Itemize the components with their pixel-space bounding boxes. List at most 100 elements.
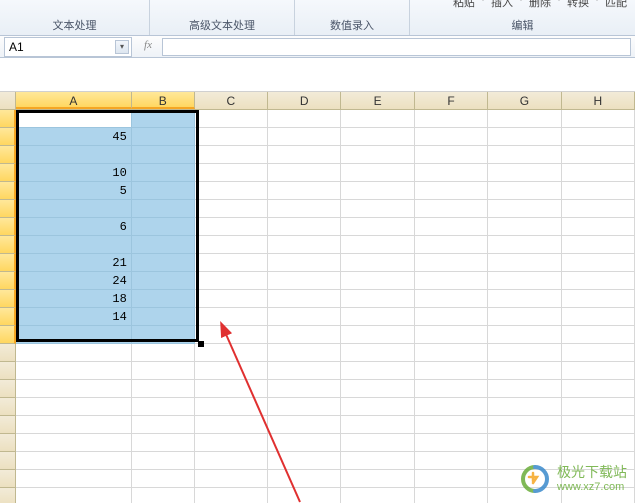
cell[interactable]: [132, 326, 195, 344]
cell[interactable]: [562, 398, 635, 416]
cell[interactable]: [415, 128, 488, 146]
cell[interactable]: [488, 308, 561, 326]
cell[interactable]: [132, 200, 195, 218]
cell[interactable]: [132, 110, 195, 128]
cell[interactable]: [195, 218, 268, 236]
cell[interactable]: [341, 182, 414, 200]
cell[interactable]: [415, 236, 488, 254]
column-header-g[interactable]: G: [488, 92, 561, 109]
cell[interactable]: [488, 254, 561, 272]
row-header[interactable]: [0, 398, 16, 416]
cell[interactable]: [341, 398, 414, 416]
row-header[interactable]: [0, 488, 16, 503]
cell[interactable]: [415, 398, 488, 416]
cell[interactable]: [132, 398, 195, 416]
cell[interactable]: [415, 290, 488, 308]
cell[interactable]: [415, 110, 488, 128]
cell[interactable]: [341, 254, 414, 272]
cell[interactable]: [341, 488, 414, 503]
column-header-e[interactable]: E: [341, 92, 414, 109]
cell[interactable]: [195, 164, 268, 182]
cell[interactable]: [268, 200, 341, 218]
cell[interactable]: [488, 146, 561, 164]
row-header[interactable]: [0, 182, 16, 200]
cell[interactable]: [488, 398, 561, 416]
cell[interactable]: [415, 452, 488, 470]
cell[interactable]: [341, 362, 414, 380]
cell[interactable]: [488, 326, 561, 344]
cell[interactable]: [195, 146, 268, 164]
row-header[interactable]: [0, 416, 16, 434]
ribbon-item-convert[interactable]: 转换: [567, 0, 589, 10]
column-header-d[interactable]: D: [268, 92, 341, 109]
column-header-b[interactable]: B: [132, 92, 195, 109]
row-header[interactable]: [0, 146, 16, 164]
cell[interactable]: [268, 254, 341, 272]
cell[interactable]: [488, 416, 561, 434]
cell[interactable]: [268, 344, 341, 362]
ribbon-item-delete[interactable]: 删除: [529, 0, 551, 10]
cell[interactable]: [195, 416, 268, 434]
cell[interactable]: [341, 272, 414, 290]
cell[interactable]: [562, 254, 635, 272]
row-header[interactable]: [0, 470, 16, 488]
row-header[interactable]: [0, 326, 16, 344]
cell[interactable]: [415, 326, 488, 344]
cell[interactable]: [415, 164, 488, 182]
ribbon-item-paste[interactable]: 粘贴: [453, 0, 475, 10]
fx-icon[interactable]: fx: [138, 39, 158, 55]
cell[interactable]: [132, 128, 195, 146]
row-header[interactable]: [0, 236, 16, 254]
cell[interactable]: [195, 308, 268, 326]
column-header-f[interactable]: F: [415, 92, 488, 109]
cell[interactable]: [341, 290, 414, 308]
cell[interactable]: [562, 326, 635, 344]
cell[interactable]: [341, 434, 414, 452]
cell[interactable]: [268, 416, 341, 434]
cell[interactable]: [268, 146, 341, 164]
cell[interactable]: [132, 344, 195, 362]
cell[interactable]: [341, 326, 414, 344]
row-header[interactable]: [0, 344, 16, 362]
cell[interactable]: [132, 254, 195, 272]
cell[interactable]: [415, 416, 488, 434]
cell[interactable]: [562, 146, 635, 164]
cell[interactable]: [562, 128, 635, 146]
cell[interactable]: [341, 146, 414, 164]
ribbon-item-match[interactable]: 匹配: [605, 0, 627, 10]
cell[interactable]: [268, 236, 341, 254]
cell[interactable]: [195, 200, 268, 218]
cell[interactable]: [488, 434, 561, 452]
cell[interactable]: [488, 344, 561, 362]
cell[interactable]: [341, 308, 414, 326]
cell[interactable]: [132, 218, 195, 236]
cell[interactable]: [16, 110, 132, 128]
cell[interactable]: [268, 488, 341, 503]
cell[interactable]: [132, 164, 195, 182]
cell[interactable]: [341, 452, 414, 470]
cell[interactable]: [562, 434, 635, 452]
cell[interactable]: [341, 344, 414, 362]
select-all-corner[interactable]: [0, 92, 16, 110]
row-header[interactable]: [0, 272, 16, 290]
cell[interactable]: [132, 434, 195, 452]
cell[interactable]: [562, 110, 635, 128]
cell[interactable]: [268, 128, 341, 146]
cell[interactable]: [195, 398, 268, 416]
cell[interactable]: [195, 290, 268, 308]
formula-input[interactable]: [162, 38, 631, 56]
cell[interactable]: [488, 236, 561, 254]
cell[interactable]: [415, 146, 488, 164]
cell[interactable]: [16, 236, 132, 254]
cell[interactable]: [562, 164, 635, 182]
row-header[interactable]: [0, 380, 16, 398]
ribbon-item-insert[interactable]: 插入: [491, 0, 513, 10]
cell[interactable]: [562, 416, 635, 434]
cell[interactable]: [195, 434, 268, 452]
cell[interactable]: [132, 236, 195, 254]
row-header[interactable]: [0, 110, 16, 128]
cell[interactable]: [195, 128, 268, 146]
cell[interactable]: 10: [16, 164, 132, 182]
cell[interactable]: [488, 380, 561, 398]
cell[interactable]: [488, 290, 561, 308]
